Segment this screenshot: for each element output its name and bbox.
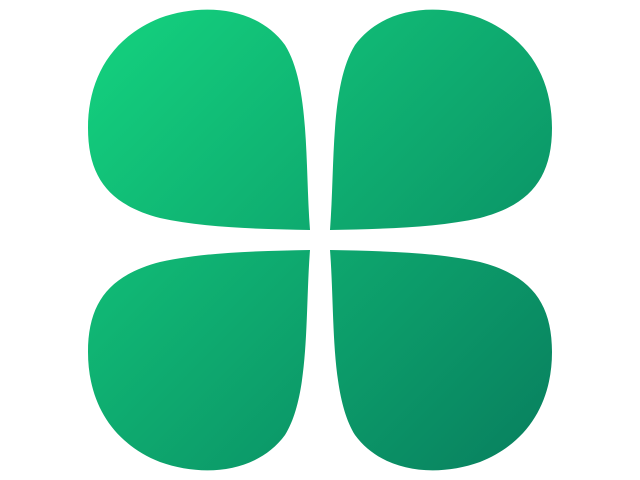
clover-leaf-top-left [88, 9, 310, 231]
clover-leaf-bottom-left [88, 250, 310, 471]
clover-leaf-top-right [330, 9, 552, 231]
logo-canvas [0, 0, 640, 480]
clover-leaf-bottom-right [330, 250, 552, 471]
four-leaf-clover-icon [88, 9, 552, 471]
